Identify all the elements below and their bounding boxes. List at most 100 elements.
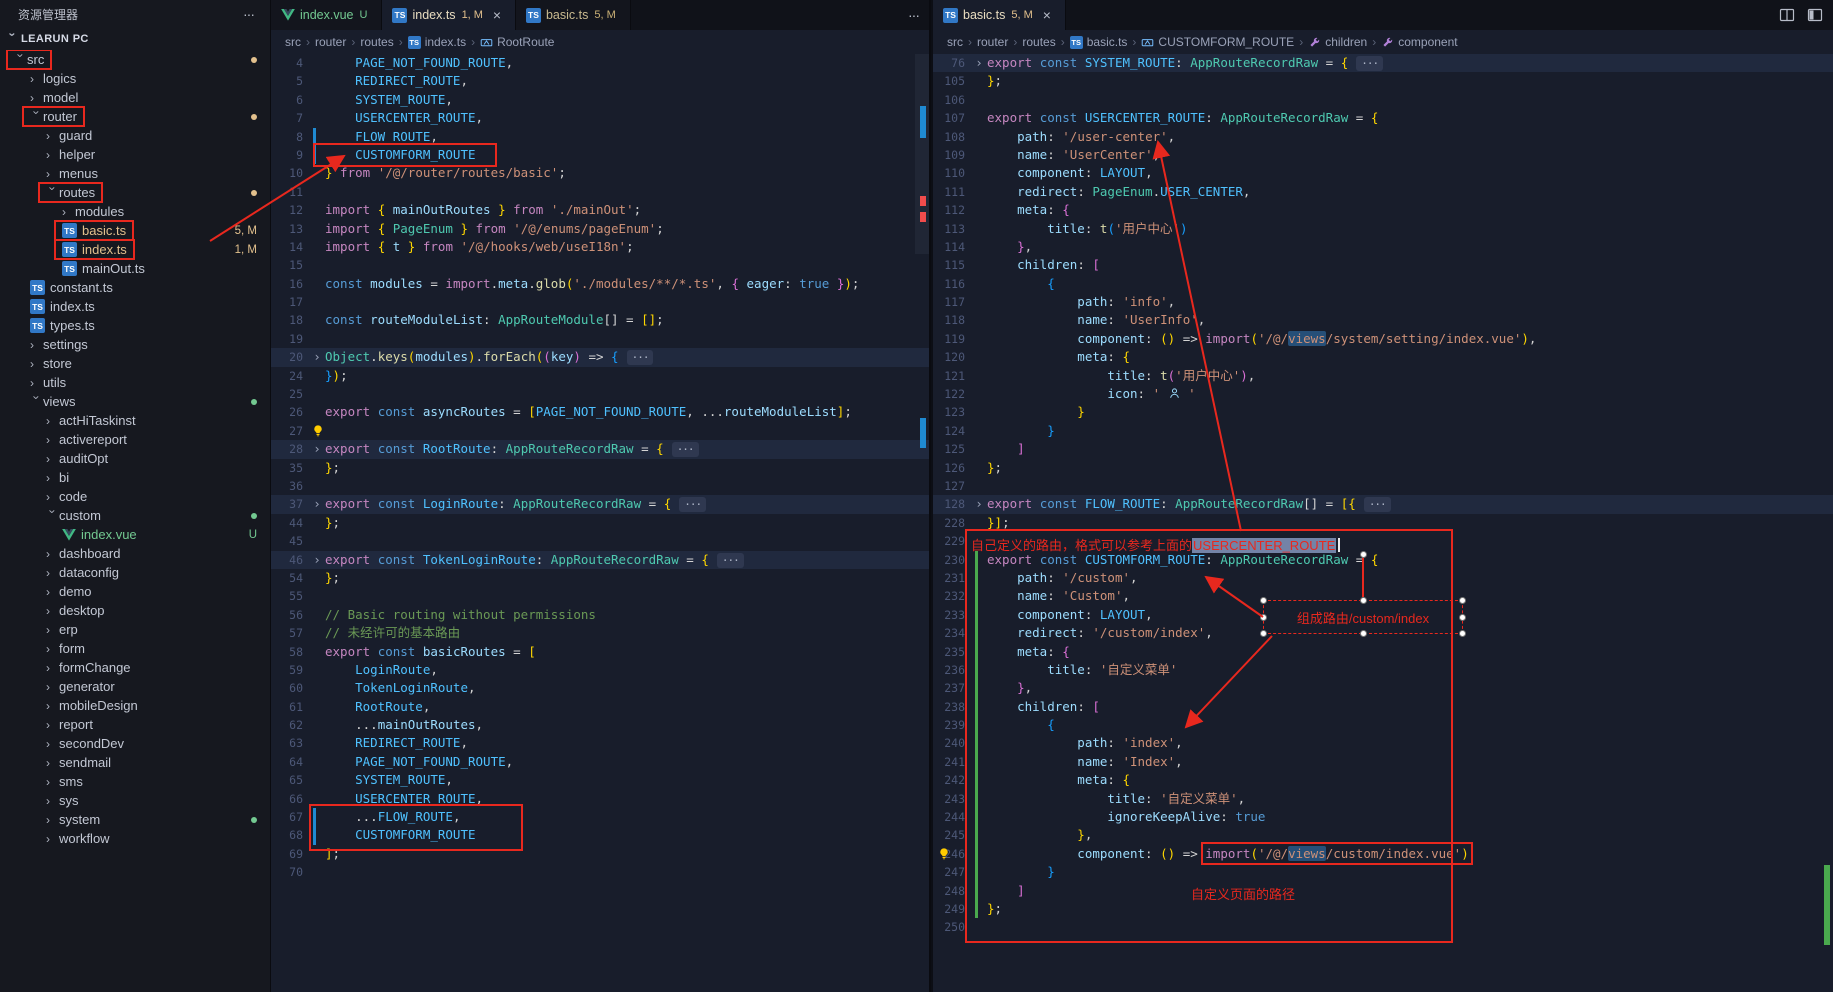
code-line-240[interactable]: 240 path: 'index',: [933, 734, 1833, 752]
code-line-24[interactable]: 24});: [271, 367, 929, 385]
code-line-17[interactable]: 17: [271, 293, 929, 311]
code-line-18[interactable]: 18const routeModuleList: AppRouteModule[…: [271, 311, 929, 329]
code-line-119[interactable]: 119 component: () => import('/@/views/sy…: [933, 330, 1833, 348]
more-actions-icon[interactable]: ···: [243, 6, 254, 22]
breadcrumb-item-router[interactable]: router: [977, 35, 1008, 49]
code-line-7[interactable]: 7 USERCENTER_ROUTE,: [271, 109, 929, 127]
code-line-61[interactable]: 61 RootRoute,: [271, 698, 929, 716]
tree-item-utils[interactable]: ›utils: [0, 373, 270, 392]
tree-item-store[interactable]: ›store: [0, 354, 270, 373]
code-line-237[interactable]: 237 },: [933, 679, 1833, 697]
tree-item-basic.ts[interactable]: TSbasic.ts5, M: [0, 221, 270, 240]
code-line-4[interactable]: 4 PAGE_NOT_FOUND_ROUTE,: [271, 54, 929, 72]
code-line-241[interactable]: 241 name: 'Index',: [933, 753, 1833, 771]
tree-item-mainOut.ts[interactable]: TSmainOut.ts: [0, 259, 270, 278]
code-line-231[interactable]: 231 path: '/custom',: [933, 569, 1833, 587]
code-line-12[interactable]: 12import { mainOutRoutes } from './mainO…: [271, 201, 929, 219]
folded-code-indicator[interactable]: ···: [679, 497, 706, 512]
breadcrumb-item-routes[interactable]: routes: [1022, 35, 1055, 49]
code-line-70[interactable]: 70: [271, 863, 929, 881]
customize-layout-icon[interactable]: [1807, 7, 1823, 23]
tab-index.vue[interactable]: index.vueU: [271, 0, 382, 30]
code-line-66[interactable]: 66 USERCENTER_ROUTE,: [271, 790, 929, 808]
tree-item-generator[interactable]: ›generator: [0, 677, 270, 696]
code-line-249[interactable]: 249};: [933, 900, 1833, 918]
code-line-65[interactable]: 65 SYSTEM_ROUTE,: [271, 771, 929, 789]
breadcrumb-item-router[interactable]: router: [315, 35, 346, 49]
code-line-15[interactable]: 15: [271, 256, 929, 274]
code-line-239[interactable]: 239 {: [933, 716, 1833, 734]
code-line-55[interactable]: 55: [271, 587, 929, 605]
tree-item-sms[interactable]: ›sms: [0, 772, 270, 791]
code-line-244[interactable]: 244 ignoreKeepAlive: true: [933, 808, 1833, 826]
code-line-127[interactable]: 127: [933, 477, 1833, 495]
code-editor-basic-ts[interactable]: 76›export const SYSTEM_ROUTE: AppRouteRe…: [933, 54, 1833, 992]
fold-chevron-icon[interactable]: ›: [309, 495, 325, 513]
tree-item-router[interactable]: ›router: [0, 107, 270, 126]
tree-item-demo[interactable]: ›demo: [0, 582, 270, 601]
code-line-238[interactable]: 238 children: [: [933, 698, 1833, 716]
breadcrumb-item-RootRoute[interactable]: RootRoute: [480, 35, 554, 49]
tree-item-code[interactable]: ›code: [0, 487, 270, 506]
code-line-8[interactable]: 8 FLOW_ROUTE,: [271, 128, 929, 146]
code-line-45[interactable]: 45: [271, 532, 929, 550]
fold-chevron-icon[interactable]: ›: [309, 440, 325, 458]
code-line-106[interactable]: 106: [933, 91, 1833, 109]
folded-code-indicator[interactable]: ···: [717, 553, 744, 568]
tree-item-sendmail[interactable]: ›sendmail: [0, 753, 270, 772]
tree-item-activereport[interactable]: ›activereport: [0, 430, 270, 449]
tree-item-index.ts[interactable]: TSindex.ts1, M: [0, 240, 270, 259]
tree-item-dataconfig[interactable]: ›dataconfig: [0, 563, 270, 582]
code-line-114[interactable]: 114 },: [933, 238, 1833, 256]
code-line-76[interactable]: 76›export const SYSTEM_ROUTE: AppRouteRe…: [933, 54, 1833, 72]
tree-item-secondDev[interactable]: ›secondDev: [0, 734, 270, 753]
code-line-228[interactable]: 228}];: [933, 514, 1833, 532]
breadcrumb-item-src[interactable]: src: [285, 35, 301, 49]
tree-item-guard[interactable]: ›guard: [0, 126, 270, 145]
breadcrumb-item-src[interactable]: src: [947, 35, 963, 49]
code-line-60[interactable]: 60 TokenLoginRoute,: [271, 679, 929, 697]
tree-item-src[interactable]: ›src: [0, 50, 270, 69]
code-line-126[interactable]: 126};: [933, 459, 1833, 477]
code-line-46[interactable]: 46›export const TokenLoginRoute: AppRout…: [271, 551, 929, 569]
code-line-16[interactable]: 16const modules = import.meta.glob('./mo…: [271, 275, 929, 293]
tree-item-erp[interactable]: ›erp: [0, 620, 270, 639]
code-line-121[interactable]: 121 title: t('用户中心'),: [933, 367, 1833, 385]
code-line-125[interactable]: 125 ]: [933, 440, 1833, 458]
tree-item-index.ts[interactable]: TSindex.ts: [0, 297, 270, 316]
code-line-122[interactable]: 122 icon: ' ': [933, 385, 1833, 403]
code-line-64[interactable]: 64 PAGE_NOT_FOUND_ROUTE,: [271, 753, 929, 771]
tree-item-routes[interactable]: ›routes: [0, 183, 270, 202]
folded-code-indicator[interactable]: ···: [1364, 497, 1391, 512]
fold-chevron-icon[interactable]: ›: [971, 54, 987, 72]
code-line-56[interactable]: 56// Basic routing without permissions: [271, 606, 929, 624]
code-line-10[interactable]: 10} from '/@/router/routes/basic';: [271, 164, 929, 182]
workspace-section-header[interactable]: › LEARUN PC: [0, 28, 270, 50]
fold-chevron-icon[interactable]: ›: [309, 348, 325, 366]
code-line-118[interactable]: 118 name: 'UserInfo',: [933, 311, 1833, 329]
code-line-27[interactable]: 27: [271, 422, 929, 440]
tree-item-types.ts[interactable]: TStypes.ts: [0, 316, 270, 335]
code-line-62[interactable]: 62 ...mainOutRoutes,: [271, 716, 929, 734]
code-line-116[interactable]: 116 {: [933, 275, 1833, 293]
tree-item-form[interactable]: ›form: [0, 639, 270, 658]
tab-index.ts[interactable]: TSindex.ts1, M×: [382, 0, 516, 30]
tree-item-mobileDesign[interactable]: ›mobileDesign: [0, 696, 270, 715]
tab-basic.ts[interactable]: TSbasic.ts5, M×: [933, 0, 1066, 30]
tree-item-views[interactable]: ›views: [0, 392, 270, 411]
code-line-6[interactable]: 6 SYSTEM_ROUTE,: [271, 91, 929, 109]
code-line-113[interactable]: 113 title: t('用户中心'): [933, 220, 1833, 238]
code-line-250[interactable]: 250: [933, 918, 1833, 936]
code-line-123[interactable]: 123 }: [933, 403, 1833, 421]
code-editor-index-ts[interactable]: 4 PAGE_NOT_FOUND_ROUTE,5 REDIRECT_ROUTE,…: [271, 54, 929, 992]
tree-item-actHiTaskinst[interactable]: ›actHiTaskinst: [0, 411, 270, 430]
breadcrumb-item-children[interactable]: children: [1308, 35, 1367, 49]
code-line-124[interactable]: 124 }: [933, 422, 1833, 440]
tree-item-logics[interactable]: ›logics: [0, 69, 270, 88]
tree-item-system[interactable]: ›system: [0, 810, 270, 829]
code-line-25[interactable]: 25: [271, 385, 929, 403]
code-line-109[interactable]: 109 name: 'UserCenter',: [933, 146, 1833, 164]
code-line-19[interactable]: 19: [271, 330, 929, 348]
code-line-5[interactable]: 5 REDIRECT_ROUTE,: [271, 72, 929, 90]
lightbulb-icon[interactable]: [311, 424, 325, 438]
